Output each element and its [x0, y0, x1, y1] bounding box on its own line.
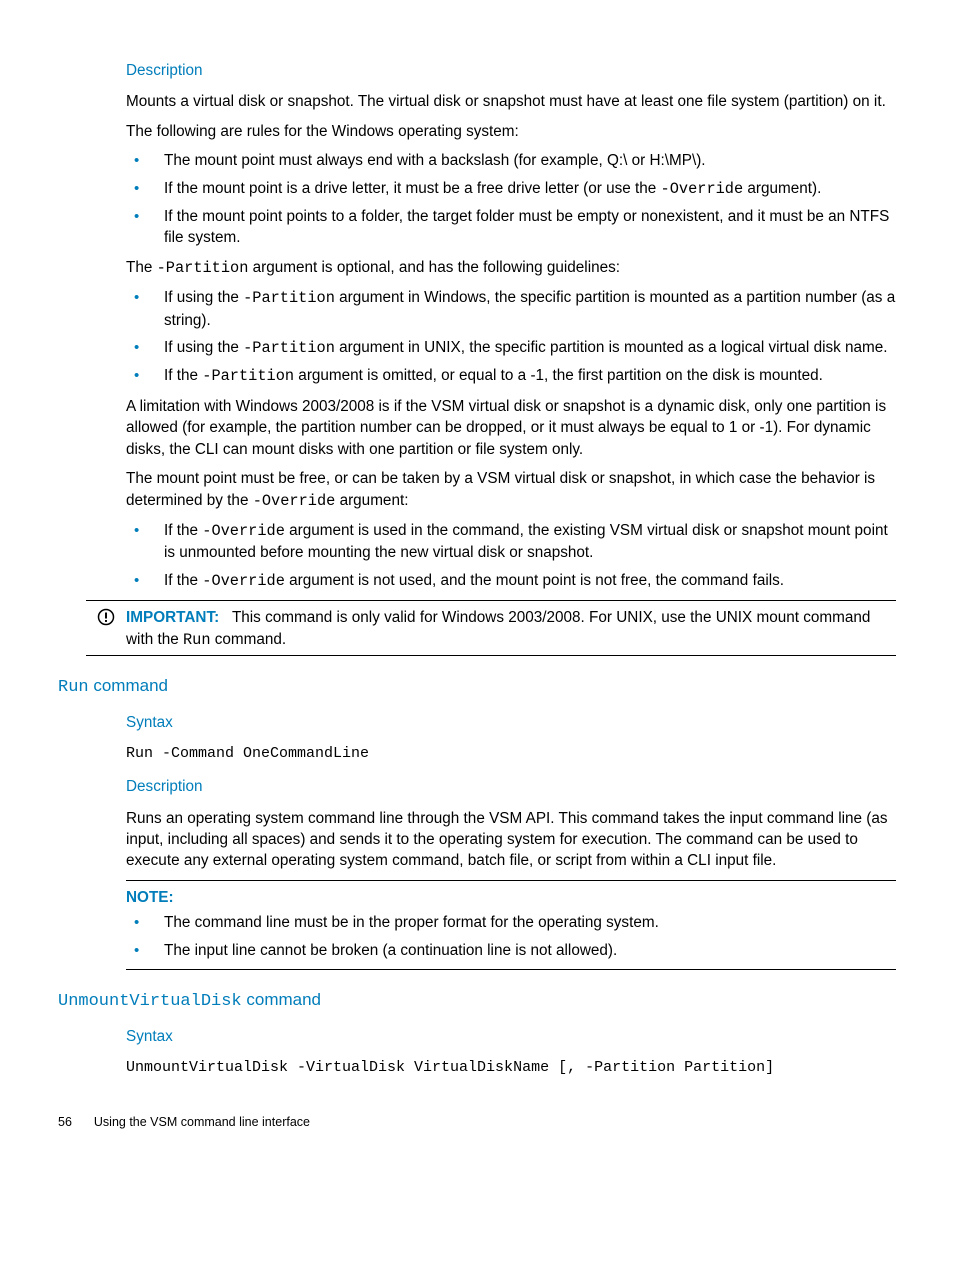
- list-item: If using the -Partition argument in Wind…: [126, 287, 896, 331]
- paragraph: The following are rules for the Windows …: [126, 121, 896, 142]
- page-number: 56: [58, 1115, 72, 1129]
- important-icon: [86, 607, 126, 626]
- list-item: If the mount point points to a folder, t…: [126, 206, 896, 249]
- partition-rules-list: If using the -Partition argument in Wind…: [126, 287, 896, 388]
- unmount-command-heading: UnmountVirtualDisk command: [58, 988, 896, 1014]
- list-item: If the -Override argument is used in the…: [126, 520, 896, 564]
- override-rules-list: If the -Override argument is used in the…: [126, 520, 896, 592]
- list-item: The input line cannot be broken (a conti…: [126, 940, 896, 961]
- syntax-code: UnmountVirtualDisk -VirtualDisk VirtualD…: [126, 1057, 896, 1078]
- list-item: The mount point must always end with a b…: [126, 150, 896, 171]
- divider: [86, 600, 896, 601]
- list-item: If the -Override argument is not used, a…: [126, 570, 896, 592]
- syntax-heading: Syntax: [126, 712, 896, 733]
- note-label: NOTE:: [126, 887, 896, 908]
- page-footer: 56 Using the VSM command line interface: [58, 1114, 896, 1132]
- note-list: The command line must be in the proper f…: [126, 912, 896, 961]
- footer-title: Using the VSM command line interface: [94, 1115, 310, 1129]
- run-command-heading: Run command: [58, 674, 896, 700]
- syntax-heading: Syntax: [126, 1026, 896, 1047]
- syntax-code: Run -Command OneCommandLine: [126, 743, 896, 764]
- list-item: If the mount point is a drive letter, it…: [126, 178, 896, 200]
- rules-list: The mount point must always end with a b…: [126, 150, 896, 249]
- list-item: The command line must be in the proper f…: [126, 912, 896, 933]
- paragraph: A limitation with Windows 2003/2008 is i…: [126, 396, 896, 460]
- paragraph: The mount point must be free, or can be …: [126, 468, 896, 512]
- divider: [126, 880, 896, 881]
- divider: [126, 969, 896, 970]
- paragraph: Mounts a virtual disk or snapshot. The v…: [126, 91, 896, 112]
- important-callout: IMPORTANT: This command is only valid fo…: [126, 607, 896, 651]
- important-label: IMPORTANT:: [126, 609, 219, 626]
- description-heading: Description: [126, 60, 896, 81]
- divider: [86, 655, 896, 656]
- paragraph: The -Partition argument is optional, and…: [126, 257, 896, 279]
- paragraph: Runs an operating system command line th…: [126, 808, 896, 872]
- list-item: If using the -Partition argument in UNIX…: [126, 337, 896, 359]
- description-heading: Description: [126, 776, 896, 797]
- list-item: If the -Partition argument is omitted, o…: [126, 365, 896, 387]
